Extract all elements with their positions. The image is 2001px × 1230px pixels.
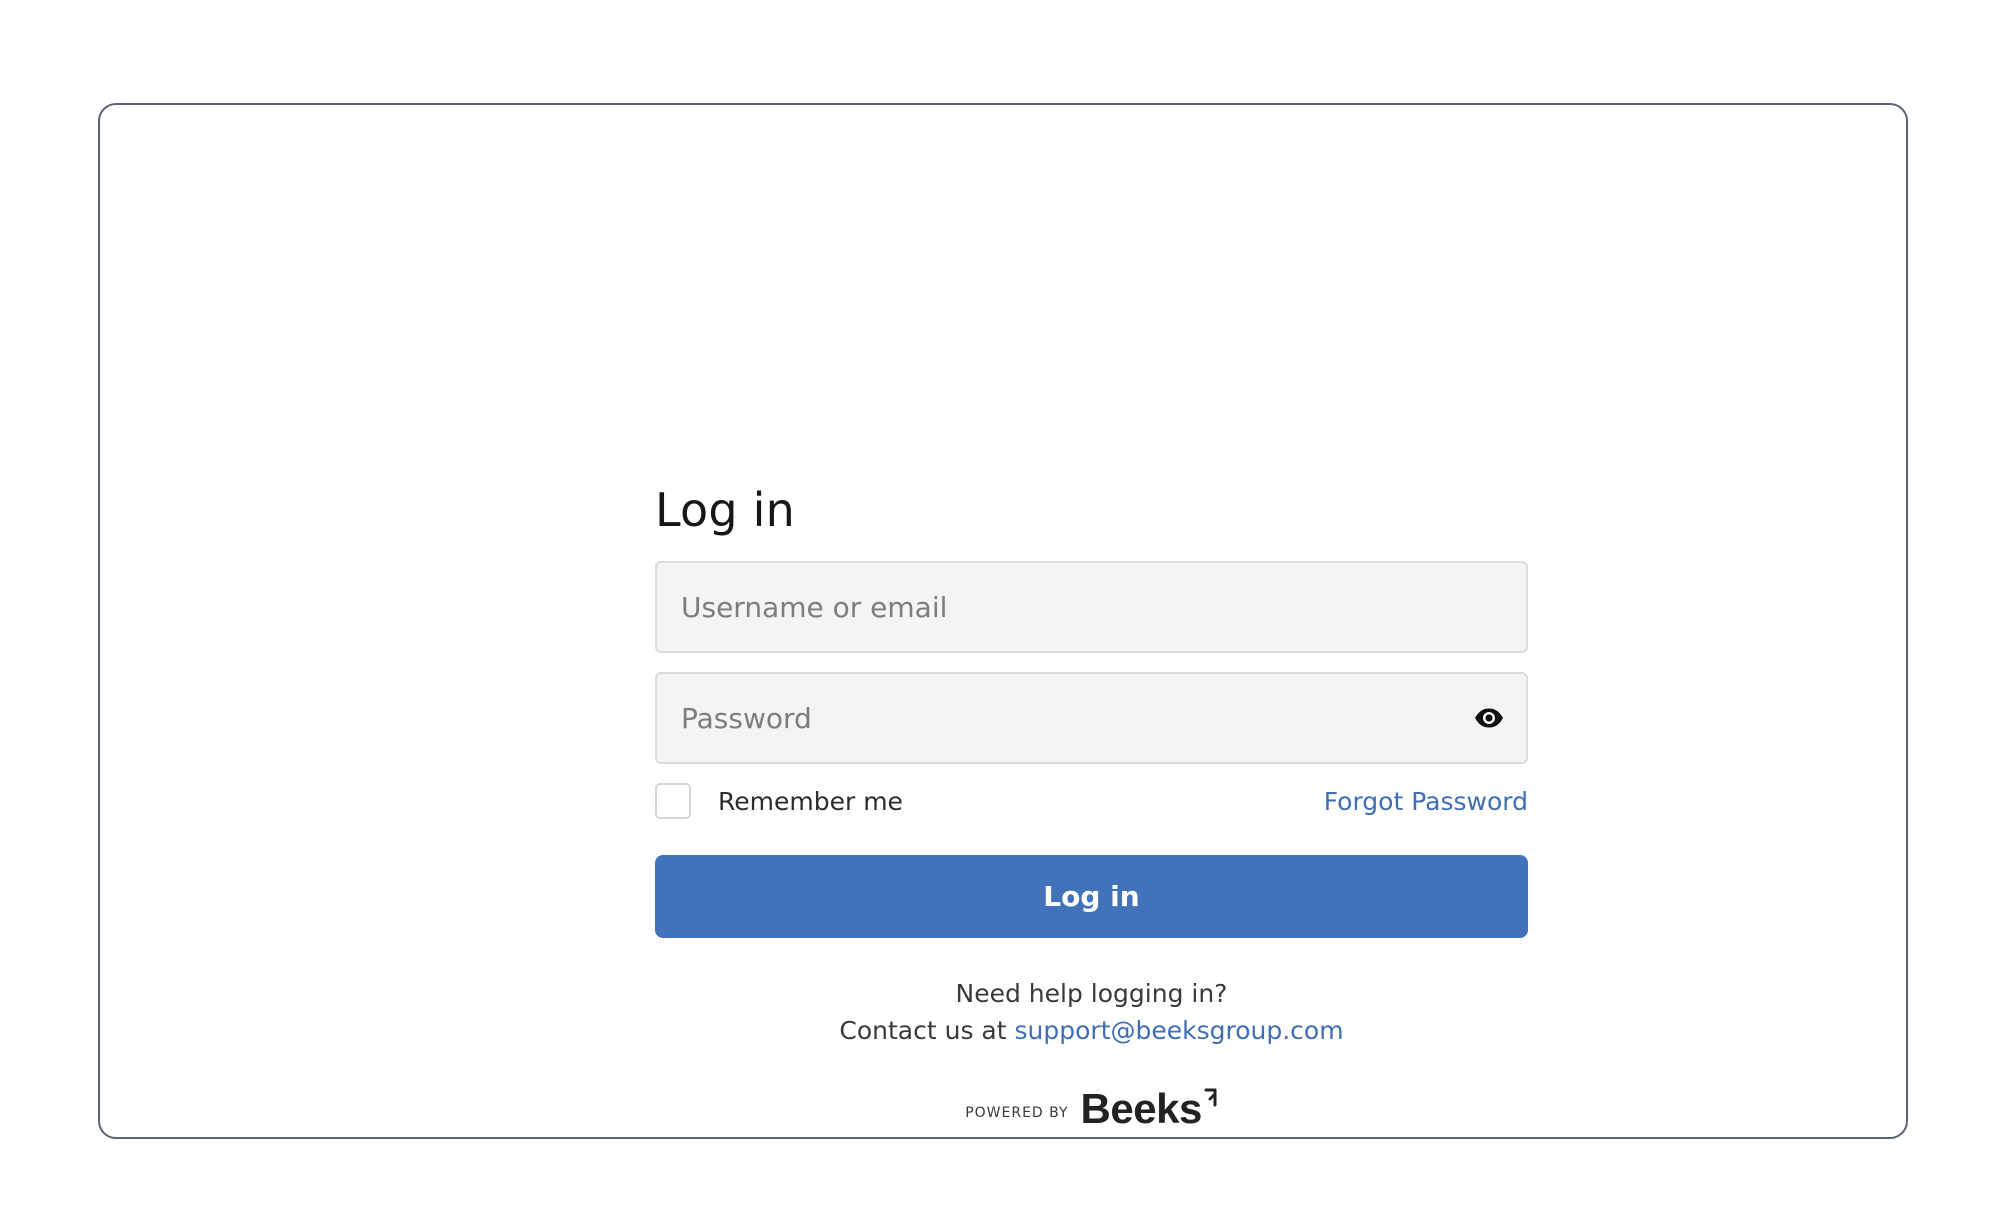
contact-line: Contact us at support@beeksgroup.com [655,1012,1528,1049]
password-input[interactable] [657,674,1526,762]
forgot-password-link[interactable]: Forgot Password [1324,787,1528,816]
password-field-container [655,672,1528,764]
login-button[interactable]: Log in [655,855,1528,938]
remember-me-label: Remember me [718,786,903,816]
beeks-logo-mark [1204,1088,1217,1107]
contact-prefix: Contact us at [839,1016,1015,1045]
support-email-link[interactable]: support@beeksgroup.com [1015,1016,1344,1045]
options-row: Remember me Forgot Password [655,780,1528,822]
brand-logo: Beeks [1081,1087,1218,1131]
remember-me-checkbox[interactable] [655,783,691,819]
powered-by-label: POWERED BY [965,1105,1069,1121]
eye-icon[interactable] [1474,707,1504,729]
page-title: Log in [655,483,795,537]
username-field-container [655,561,1528,653]
help-section: Need help logging in? Contact us at supp… [655,975,1528,1049]
brand-name: Beeks [1080,1085,1203,1132]
login-form: Log in Remember me Forgot Password Log i… [655,475,1528,1131]
username-input[interactable] [657,563,1526,651]
login-card: Log in Remember me Forgot Password Log i… [98,103,1908,1139]
help-text: Need help logging in? [955,979,1228,1008]
remember-me-control[interactable]: Remember me [655,783,903,819]
powered-by: POWERED BY Beeks [655,1087,1528,1131]
